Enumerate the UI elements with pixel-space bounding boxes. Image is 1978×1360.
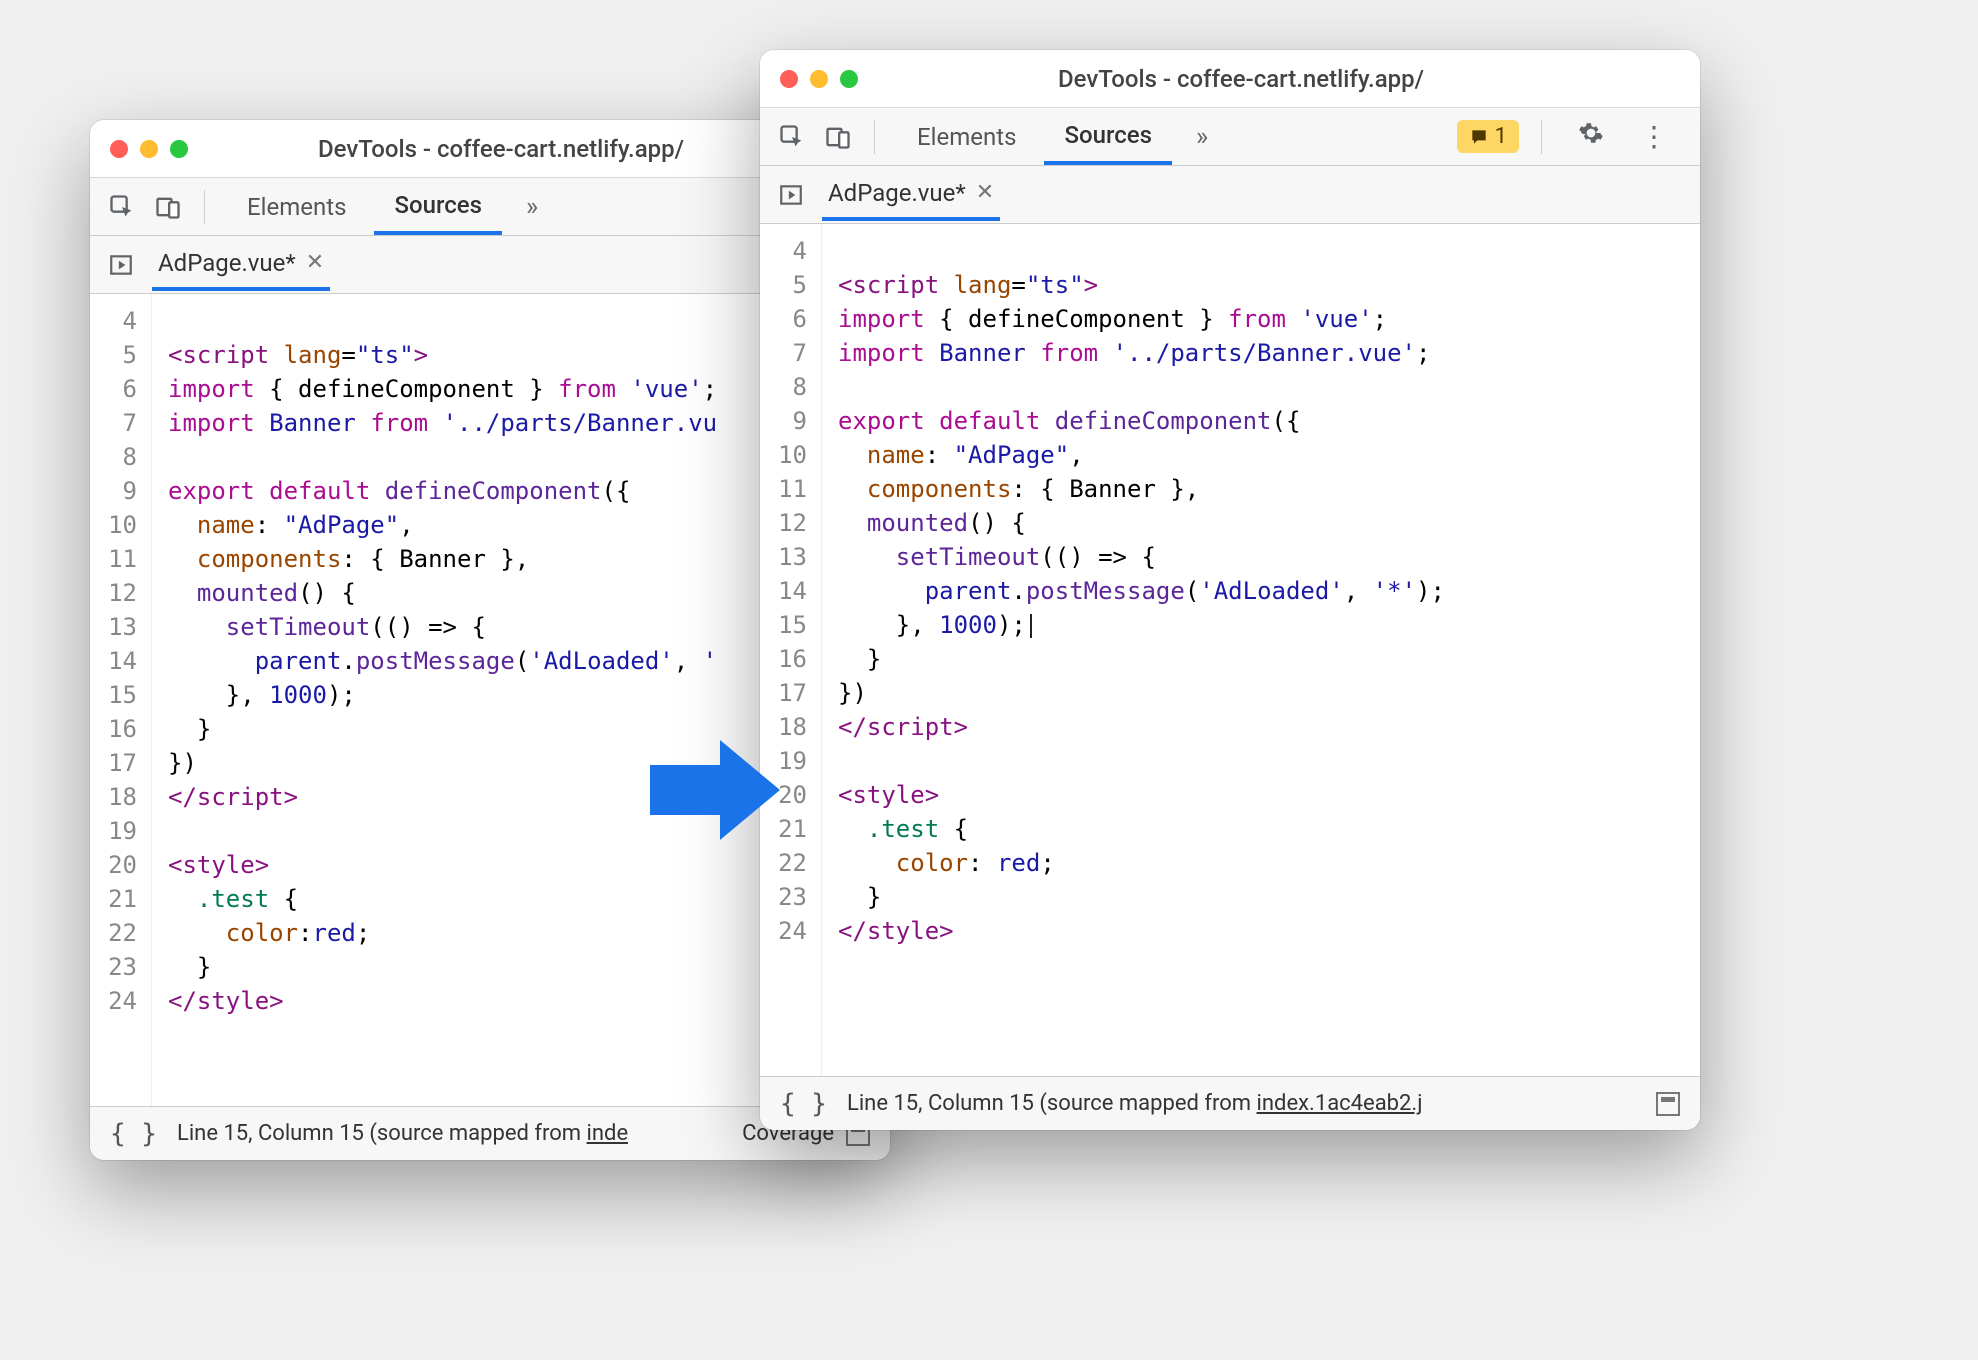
separator [874, 120, 875, 154]
minimize-window-button[interactable] [810, 70, 828, 88]
cursor-position: Line 15, Column 15 (source mapped from i… [847, 1091, 1423, 1116]
warnings-count: 1 [1495, 124, 1507, 149]
close-file-icon[interactable]: ✕ [976, 180, 994, 205]
traffic-lights [110, 140, 188, 158]
file-tab-label: AdPage.vue* [158, 249, 296, 277]
titlebar: DevTools - coffee-cart.netlify.app/ [760, 50, 1700, 108]
code-content: <script lang="ts"> import { defineCompon… [152, 294, 733, 1106]
more-tabs-button[interactable]: » [1180, 122, 1224, 152]
line-gutter: 456789101112131415161718192021222324 [90, 294, 152, 1106]
warning-icon [1469, 127, 1489, 147]
separator [204, 190, 205, 224]
status-bar: { } Line 15, Column 15 (source mapped fr… [760, 1076, 1700, 1130]
device-toolbar-icon[interactable] [824, 123, 852, 151]
code-content: <script lang="ts"> import { defineCompon… [822, 224, 1461, 1076]
window-title: DevTools - coffee-cart.netlify.app/ [882, 65, 1600, 93]
tab-elements[interactable]: Elements [227, 178, 366, 235]
close-window-button[interactable] [110, 140, 128, 158]
text-cursor [1030, 614, 1032, 638]
device-toolbar-icon[interactable] [154, 193, 182, 221]
drawer-toggle-icon[interactable] [1656, 1092, 1680, 1116]
main-toolbar: Elements Sources » 1 ⋮ [760, 108, 1700, 166]
more-tabs-button[interactable]: » [510, 192, 554, 222]
inspect-element-icon[interactable] [778, 123, 806, 151]
traffic-lights [780, 70, 858, 88]
settings-icon[interactable] [1564, 120, 1618, 153]
pretty-print-icon[interactable]: { } [780, 1089, 827, 1119]
window-title: DevTools - coffee-cart.netlify.app/ [212, 135, 790, 163]
file-tab-bar: AdPage.vue* ✕ [760, 166, 1700, 224]
warnings-badge[interactable]: 1 [1457, 120, 1519, 153]
zoom-window-button[interactable] [840, 70, 858, 88]
arrow-icon [640, 730, 790, 854]
minimize-window-button[interactable] [140, 140, 158, 158]
navigator-toggle-icon[interactable] [108, 252, 134, 278]
line-gutter: 456789101112131415161718192021222324 [760, 224, 822, 1076]
tab-sources[interactable]: Sources [1044, 108, 1172, 165]
close-file-icon[interactable]: ✕ [306, 250, 324, 275]
zoom-window-button[interactable] [170, 140, 188, 158]
navigator-toggle-icon[interactable] [778, 182, 804, 208]
more-options-icon[interactable]: ⋮ [1626, 120, 1682, 153]
tab-elements[interactable]: Elements [897, 108, 1036, 165]
inspect-element-icon[interactable] [108, 193, 136, 221]
file-tab-adpage[interactable]: AdPage.vue* ✕ [822, 179, 1000, 221]
file-tab-label: AdPage.vue* [828, 179, 966, 207]
source-map-link[interactable]: inde [587, 1121, 629, 1146]
source-map-link[interactable]: index.1ac4eab2.j [1257, 1091, 1423, 1116]
close-window-button[interactable] [780, 70, 798, 88]
code-editor[interactable]: 456789101112131415161718192021222324 <sc… [760, 224, 1700, 1076]
cursor-position: Line 15, Column 15 (source mapped from i… [177, 1121, 628, 1146]
tab-sources[interactable]: Sources [374, 178, 502, 235]
separator [1541, 120, 1542, 154]
devtools-window-right: DevTools - coffee-cart.netlify.app/ Elem… [760, 50, 1700, 1130]
pretty-print-icon[interactable]: { } [110, 1119, 157, 1149]
file-tab-adpage[interactable]: AdPage.vue* ✕ [152, 249, 330, 291]
